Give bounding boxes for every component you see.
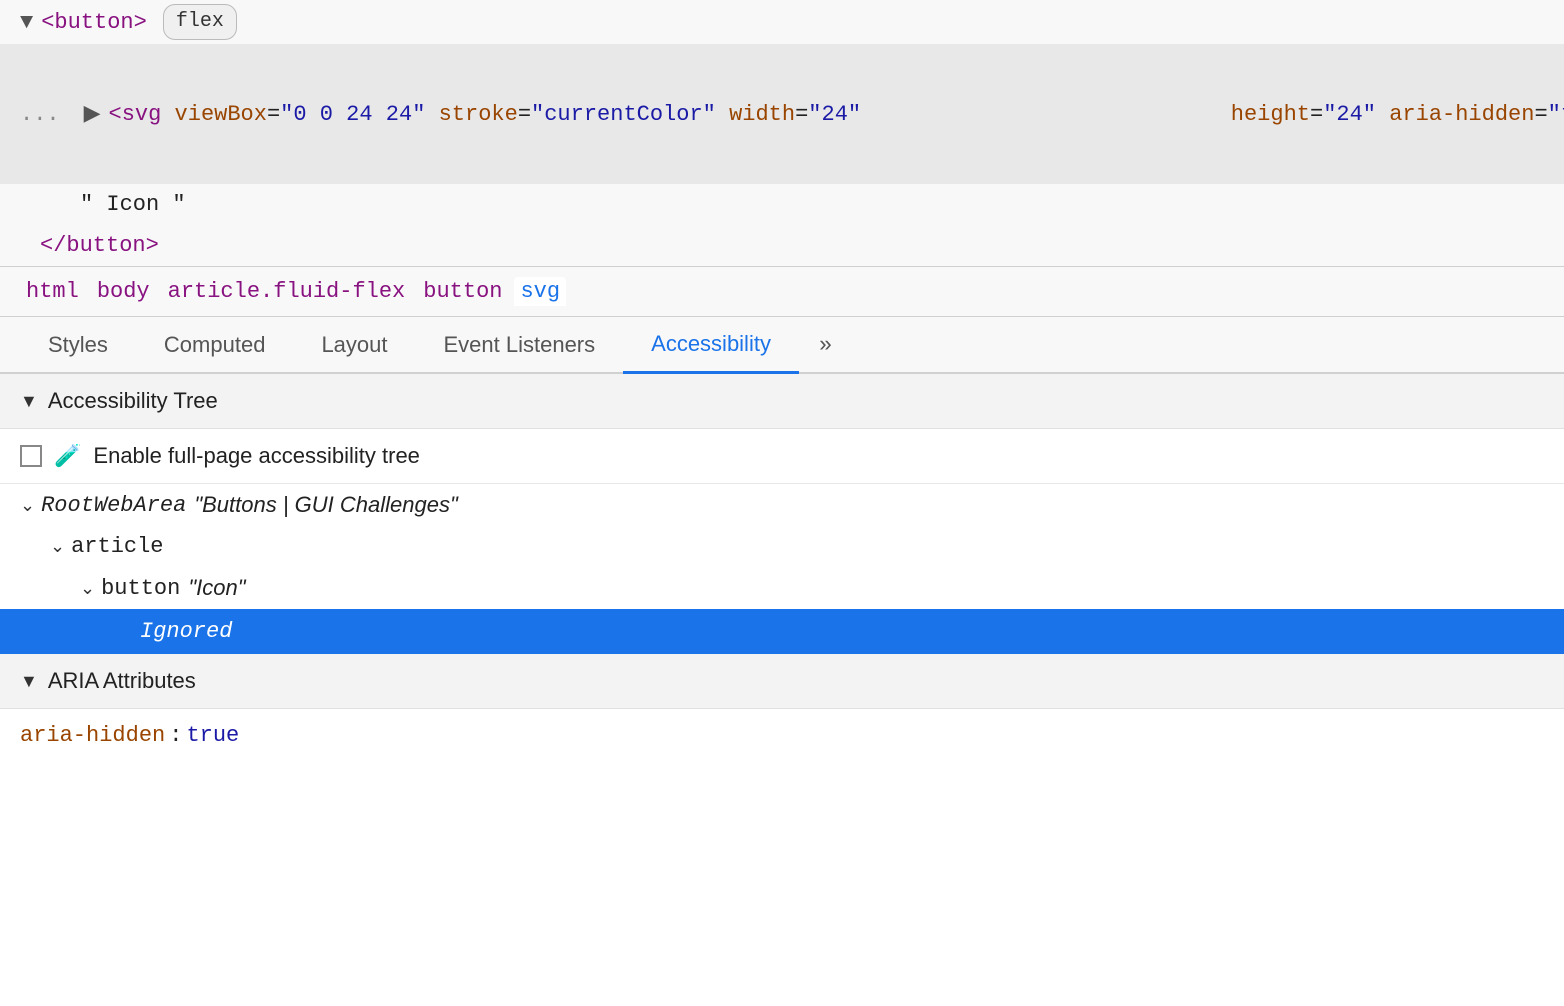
accessibility-tree-label: Accessibility Tree	[48, 388, 218, 414]
flask-icon: 🧪	[54, 443, 81, 469]
space1	[425, 98, 438, 131]
aria-attributes-label: ARIA Attributes	[48, 668, 196, 694]
breadcrumb-html[interactable]: html	[20, 277, 85, 306]
attr-stroke: stroke	[439, 98, 518, 131]
dom-line-button-open[interactable]: ▼ <button> flex	[0, 0, 1564, 44]
enable-accessibility-row[interactable]: 🧪 Enable full-page accessibility tree	[0, 429, 1564, 484]
dom-line-button-close[interactable]: </button>	[0, 225, 1564, 266]
tag-bracket-close: >	[134, 6, 147, 39]
svg-tag-open: <svg	[109, 98, 175, 131]
breadcrumb-article[interactable]: article.fluid-flex	[162, 277, 412, 306]
tab-accessibility[interactable]: Accessibility	[623, 317, 799, 374]
val-viewBox: "0 0 24 24"	[280, 98, 425, 131]
dots-icon: ...	[20, 98, 60, 131]
breadcrumb-button[interactable]: button	[417, 277, 508, 306]
icon-text: " Icon "	[80, 188, 186, 221]
tab-more-button[interactable]: »	[799, 319, 852, 372]
breadcrumb-svg[interactable]: svg	[514, 277, 566, 306]
attr-viewBox: viewBox	[175, 98, 267, 131]
expand-arrow: ▼	[20, 6, 33, 39]
aria-triangle-icon: ▼	[20, 671, 38, 692]
article-chevron: ⌄	[50, 536, 65, 557]
eq2: =	[518, 98, 531, 131]
aria-hidden-name: aria-hidden	[20, 723, 165, 748]
accessibility-tree-header[interactable]: ▼ Accessibility Tree	[0, 374, 1564, 429]
button-chevron: ⌄	[80, 578, 95, 599]
aria-hidden-value: true	[186, 723, 239, 748]
aria-hidden-colon: :	[169, 723, 182, 748]
svg-arrow: ▶	[84, 98, 101, 131]
button-label: "Icon"	[188, 575, 245, 601]
rootwebarea-tag: RootWebArea	[41, 493, 186, 518]
attr-width: width	[729, 98, 795, 131]
space2	[716, 98, 729, 131]
devtools-panel: ▼ <button> flex ... ▶ <svg viewBox="0 0 …	[0, 0, 1564, 762]
attr-aria-hidden: aria-hidden	[1389, 98, 1534, 131]
enable-label: Enable full-page accessibility tree	[93, 443, 420, 469]
ignored-tag: Ignored	[140, 619, 232, 644]
tree-row-button[interactable]: ⌄ button "Icon"	[0, 567, 1564, 609]
val-aria-hidden: "true"	[1548, 98, 1564, 131]
dom-line-text-icon[interactable]: " Icon "	[0, 184, 1564, 225]
tabs-bar: Styles Computed Layout Event Listeners A…	[0, 317, 1564, 374]
rootwebarea-label: "Buttons | GUI Challenges"	[194, 492, 457, 518]
tab-styles[interactable]: Styles	[20, 318, 136, 374]
triangle-icon: ▼	[20, 391, 38, 412]
eq1: =	[267, 98, 280, 131]
tag-button-name: button	[54, 6, 133, 39]
aria-attributes-header[interactable]: ▼ ARIA Attributes	[0, 654, 1564, 709]
button-tag: button	[101, 576, 180, 601]
tree-row-ignored[interactable]: Ignored	[0, 609, 1564, 654]
tree-row-article[interactable]: ⌄ article	[0, 526, 1564, 567]
eq3: =	[795, 98, 808, 131]
enable-checkbox[interactable]	[20, 445, 42, 467]
space3	[1376, 98, 1389, 131]
breadcrumb-bar: html body article.fluid-flex button svg	[0, 267, 1564, 317]
article-tag: article	[71, 534, 163, 559]
eq4: =	[1310, 98, 1323, 131]
attr-height: height	[1231, 98, 1310, 131]
tree-row-rootwebarea[interactable]: ⌄ RootWebArea "Buttons | GUI Challenges"	[0, 484, 1564, 526]
main-content: ▼ Accessibility Tree 🧪 Enable full-page …	[0, 374, 1564, 762]
tag-bracket: <	[41, 6, 54, 39]
tab-event-listeners[interactable]: Event Listeners	[416, 318, 624, 374]
tab-computed[interactable]: Computed	[136, 318, 294, 374]
val-stroke: "currentColor"	[531, 98, 716, 131]
rootwebarea-chevron: ⌄	[20, 495, 35, 516]
breadcrumb-body[interactable]: body	[91, 277, 156, 306]
aria-hidden-row: aria-hidden : true	[0, 709, 1564, 762]
eq5: =	[1534, 98, 1547, 131]
dom-line-svg[interactable]: ... ▶ <svg viewBox="0 0 24 24" stroke="c…	[0, 44, 1564, 184]
flex-badge: flex	[163, 4, 237, 40]
val-width: "24"	[808, 98, 861, 131]
tab-layout[interactable]: Layout	[293, 318, 415, 374]
dom-inspector: ▼ <button> flex ... ▶ <svg viewBox="0 0 …	[0, 0, 1564, 267]
val-height: "24"	[1323, 98, 1376, 131]
button-close-tag: </button>	[40, 229, 159, 262]
